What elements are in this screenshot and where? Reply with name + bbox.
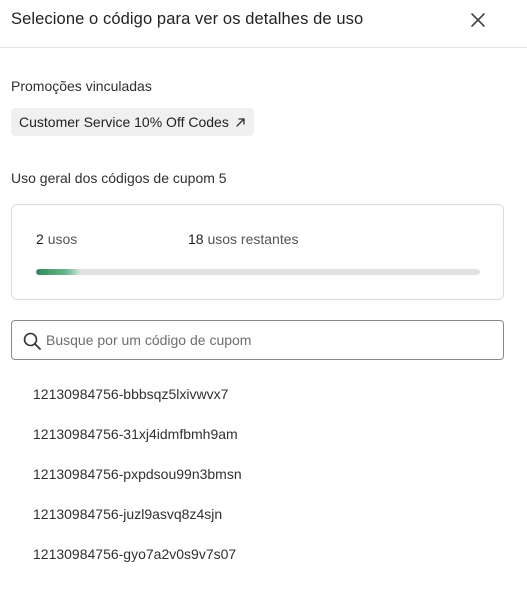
coupon-code-item[interactable]: 12130984756-pxpdsou99n3bmsn — [33, 466, 242, 506]
coupon-search-box — [11, 320, 504, 360]
usage-progress-bar — [36, 269, 480, 275]
coupon-code-item[interactable]: 12130984756-juzl9asvq8z4sjn — [33, 506, 242, 546]
close-icon — [471, 13, 485, 27]
promotion-chip-label: Customer Service 10% Off Codes — [19, 114, 229, 130]
linked-promotions-label: Promoções vinculadas — [11, 78, 152, 94]
usage-progress-fill — [36, 269, 81, 275]
remaining-count: 18 usos restantes — [188, 231, 299, 247]
coupon-code-list: 12130984756-bbbsqz5lxivwvx7 12130984756-3… — [33, 386, 242, 586]
coupon-search-input[interactable] — [46, 321, 496, 359]
used-count-text: usos — [47, 231, 78, 247]
promotion-link-chip[interactable]: Customer Service 10% Off Codes — [11, 108, 254, 136]
modal-header: Selecione o código para ver os detalhes … — [0, 0, 527, 48]
search-icon — [23, 332, 41, 350]
used-count-number: 2 — [36, 231, 44, 247]
external-link-arrow-icon — [236, 117, 245, 127]
coupon-code-item[interactable]: 12130984756-gyo7a2v0s9v7s07 — [33, 546, 242, 586]
used-count: 2 usos — [36, 231, 77, 247]
coupon-code-item[interactable]: 12130984756-bbbsqz5lxivwvx7 — [33, 386, 242, 426]
remaining-count-text: usos restantes — [207, 231, 299, 247]
modal-title: Selecione o código para ver os detalhes … — [11, 10, 364, 28]
usage-card: 2 usos 18 usos restantes — [11, 204, 504, 300]
overall-usage-label: Uso geral dos códigos de cupom 5 — [11, 170, 227, 186]
coupon-code-item[interactable]: 12130984756-31xj4idmfbmh9am — [33, 426, 242, 466]
close-button[interactable] — [468, 10, 488, 30]
remaining-count-number: 18 — [188, 231, 204, 247]
